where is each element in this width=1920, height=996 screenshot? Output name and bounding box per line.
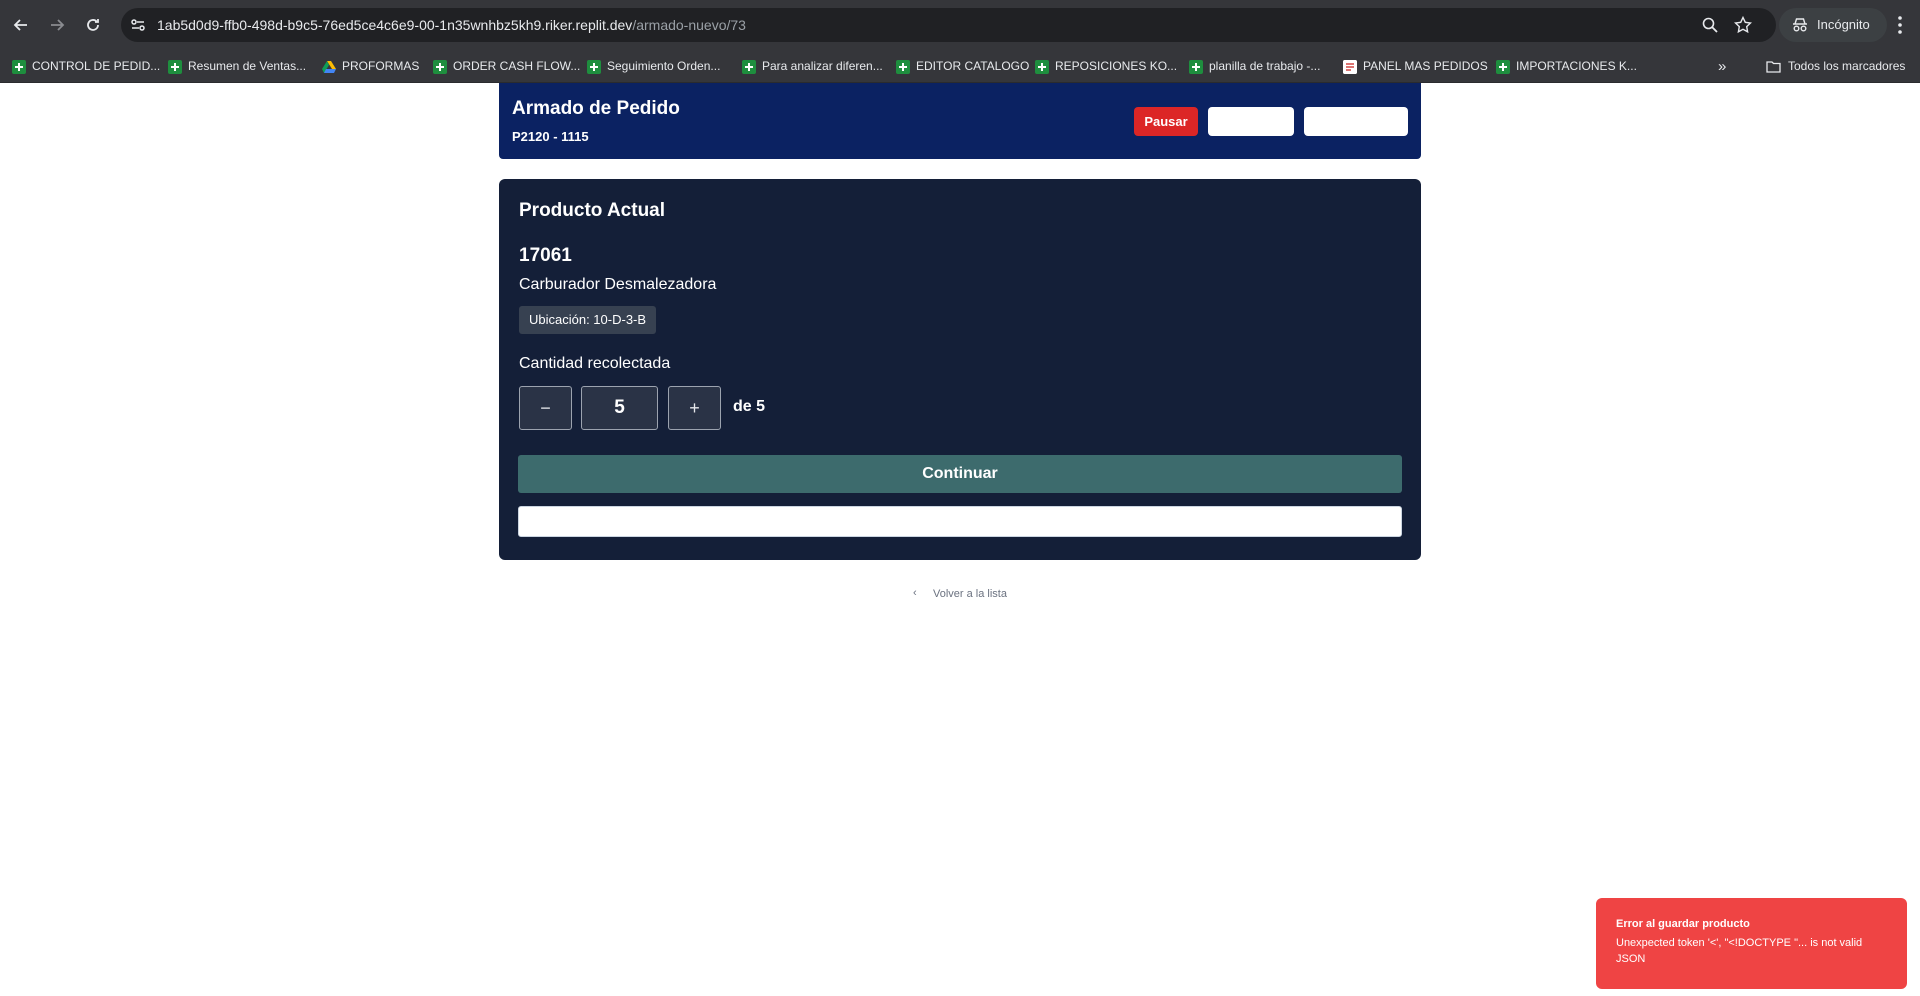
order-header: Armado de Pedido P2120 - 1115 Pausar bbox=[499, 83, 1421, 159]
order-number: P2120 - 1115 bbox=[512, 129, 589, 144]
sheets-icon bbox=[1496, 60, 1510, 74]
back-link-label: Volver a la lista bbox=[933, 588, 1007, 600]
sheets-icon bbox=[168, 60, 182, 74]
chevron-left-icon: ‹ bbox=[913, 587, 917, 599]
incognito-label: Incógnito bbox=[1817, 17, 1870, 32]
folder-icon bbox=[1766, 61, 1781, 73]
bookmark-item[interactable]: Resumen de Ventas... bbox=[166, 50, 306, 83]
incognito-indicator[interactable]: Incógnito bbox=[1779, 8, 1887, 42]
bookmark-label: PANEL MAS PEDIDOS bbox=[1363, 59, 1488, 73]
bookmark-item[interactable]: IMPORTACIONES K... bbox=[1494, 50, 1637, 83]
forward-icon[interactable] bbox=[45, 13, 69, 37]
bookmark-item[interactable]: planilla de trabajo -... bbox=[1187, 50, 1320, 83]
bookmark-label: PROFORMAS bbox=[342, 59, 420, 73]
pause-button[interactable]: Pausar bbox=[1134, 107, 1198, 136]
browser-menu-icon[interactable] bbox=[1890, 13, 1910, 37]
url-text[interactable]: 1ab5d0d9-ffb0-498d-b9c5-76ed5ce4c6e9-00-… bbox=[157, 8, 746, 42]
bookmark-label: IMPORTACIONES K... bbox=[1516, 59, 1637, 73]
bookmark-star-icon[interactable] bbox=[1734, 16, 1752, 34]
toast-title: Error al guardar producto bbox=[1616, 918, 1750, 930]
bookmark-item[interactable]: PROFORMAS bbox=[320, 50, 419, 83]
bookmark-label: REPOSICIONES KO... bbox=[1055, 59, 1178, 73]
sheets-icon bbox=[587, 60, 601, 74]
bookmark-label: Seguimiento Orden... bbox=[607, 59, 721, 73]
more-bookmarks-chevron[interactable]: » bbox=[1718, 50, 1726, 83]
doc-icon bbox=[1343, 60, 1357, 74]
url-host: 1ab5d0d9-ffb0-498d-b9c5-76ed5ce4c6e9-00-… bbox=[157, 17, 633, 33]
decrement-button[interactable]: − bbox=[519, 386, 572, 430]
bookmark-item[interactable]: Para analizar diferen... bbox=[740, 50, 883, 83]
error-toast[interactable]: Error al guardar producto Unexpected tok… bbox=[1596, 898, 1907, 989]
zoom-icon[interactable] bbox=[1701, 16, 1719, 34]
quantity-total: de 5 bbox=[733, 398, 766, 415]
sheets-icon bbox=[1035, 60, 1049, 74]
all-bookmarks[interactable]: Todos los marcadores bbox=[1766, 50, 1905, 83]
page-title: Armado de Pedido bbox=[512, 98, 680, 119]
bookmark-label: ORDER CASH FLOW... bbox=[453, 59, 581, 73]
location-badge: Ubicación: 10-D-3-B bbox=[519, 306, 657, 334]
quantity-label: Cantidad recolectada bbox=[519, 355, 671, 372]
incognito-icon bbox=[1793, 18, 1807, 32]
blank-input-field[interactable] bbox=[518, 506, 1402, 537]
all-bookmarks-label: Todos los marcadores bbox=[1788, 59, 1906, 73]
bookmark-item[interactable]: REPOSICIONES KO... bbox=[1033, 50, 1177, 83]
bookmarks-bar: CONTROL DE PEDID... Resumen de Ventas...… bbox=[0, 50, 1920, 83]
bookmark-label: Resumen de Ventas... bbox=[188, 59, 307, 73]
back-icon[interactable] bbox=[9, 13, 33, 37]
quantity-input[interactable]: 5 bbox=[581, 386, 658, 430]
drive-icon bbox=[322, 61, 336, 73]
address-bar[interactable]: 1ab5d0d9-ffb0-498d-b9c5-76ed5ce4c6e9-00-… bbox=[121, 8, 1776, 42]
bookmark-label: planilla de trabajo -... bbox=[1209, 59, 1321, 73]
header-button-blank-1[interactable] bbox=[1208, 107, 1294, 136]
sheets-icon bbox=[433, 60, 447, 74]
bookmark-item[interactable]: ORDER CASH FLOW... bbox=[431, 50, 580, 83]
bookmark-item[interactable]: EDITOR CATALOGO bbox=[894, 50, 1029, 83]
bookmark-item[interactable]: CONTROL DE PEDID... bbox=[10, 50, 160, 83]
bookmark-item[interactable]: PANEL MAS PEDIDOS bbox=[1341, 50, 1488, 83]
browser-toolbar: 1ab5d0d9-ffb0-498d-b9c5-76ed5ce4c6e9-00-… bbox=[0, 0, 1920, 50]
back-to-list-link[interactable]: ‹ Volver a la lista bbox=[913, 587, 1007, 600]
bookmark-label: CONTROL DE PEDID... bbox=[32, 59, 161, 73]
current-product-card: Producto Actual 17061 Carburador Desmale… bbox=[499, 179, 1421, 560]
header-button-blank-2[interactable] bbox=[1304, 107, 1408, 136]
product-name: Carburador Desmalezadora bbox=[519, 276, 717, 293]
sheets-icon bbox=[742, 60, 756, 74]
url-path: /armado-nuevo/73 bbox=[632, 17, 746, 33]
toast-message: Unexpected token '<', "<!DOCTYPE "... is… bbox=[1616, 937, 1863, 965]
reload-icon[interactable] bbox=[81, 13, 105, 37]
increment-button[interactable]: + bbox=[668, 386, 721, 430]
bookmark-label: Para analizar diferen... bbox=[762, 59, 883, 73]
continue-button[interactable]: Continuar bbox=[518, 455, 1402, 493]
bookmark-label: EDITOR CATALOGO bbox=[916, 59, 1030, 73]
sheets-icon bbox=[1189, 60, 1203, 74]
site-info-icon[interactable] bbox=[129, 16, 147, 34]
bookmark-item[interactable]: Seguimiento Orden... bbox=[585, 50, 720, 83]
section-title: Producto Actual bbox=[519, 200, 666, 221]
sheets-icon bbox=[896, 60, 910, 74]
sheets-icon bbox=[12, 60, 26, 74]
page-content: Armado de Pedido P2120 - 1115 Pausar Pro… bbox=[0, 83, 1920, 996]
product-code: 17061 bbox=[519, 245, 572, 266]
